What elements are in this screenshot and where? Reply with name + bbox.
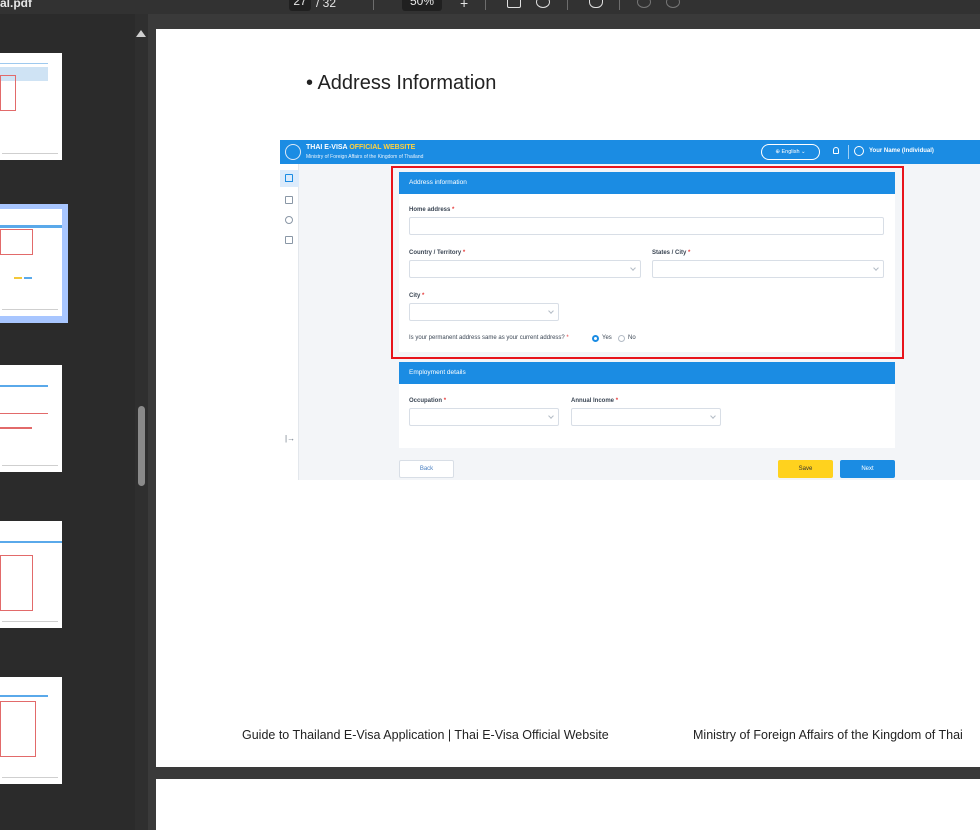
- annual-income-select: [571, 408, 721, 426]
- document-icon: [285, 196, 293, 204]
- redo-icon[interactable]: [666, 0, 680, 8]
- chevron-down-icon: [710, 413, 716, 419]
- seal-logo-icon: [285, 144, 301, 160]
- language-button: ⊕ English ⌄: [761, 144, 820, 160]
- site-header: THAI E-VISA OFFICIAL WEBSITE Ministry of…: [280, 140, 980, 164]
- logout-icon: |→: [285, 434, 296, 443]
- site-subtitle: Ministry of Foreign Affairs of the Kingd…: [306, 154, 424, 160]
- page-footer-right: Ministry of Foreign Affairs of the Kingd…: [693, 728, 963, 742]
- user-icon: [854, 146, 864, 156]
- draw-icon[interactable]: [589, 0, 603, 8]
- page-thumbnail[interactable]: [0, 521, 62, 628]
- page-thumbnail[interactable]: [0, 677, 62, 784]
- page-thumbnail-current[interactable]: [0, 209, 62, 316]
- toolbar-divider: [619, 0, 620, 10]
- page-footer-left: Guide to Thailand E-Visa Application | T…: [242, 728, 609, 742]
- employment-card-title: Employment details: [399, 362, 895, 384]
- page-number-input[interactable]: 27: [289, 0, 311, 11]
- thumbnail-sidebar: [0, 14, 148, 830]
- toolbar-divider: [567, 0, 568, 10]
- occupation-label: Occupation *: [409, 398, 447, 404]
- chevron-down-icon: [548, 413, 554, 419]
- form-icon: [285, 236, 293, 244]
- site-title: THAI E-VISA OFFICIAL WEBSITE: [306, 144, 416, 151]
- toolbar-divider: [373, 0, 374, 10]
- fit-page-icon[interactable]: [507, 0, 521, 8]
- red-highlight-box: [391, 166, 904, 359]
- scrollbar-thumb[interactable]: [138, 406, 145, 486]
- zoom-level-input[interactable]: 50%: [402, 0, 442, 11]
- zoom-in-button[interactable]: +: [460, 0, 468, 11]
- rotate-icon[interactable]: [536, 0, 550, 8]
- page-thumbnail[interactable]: [0, 53, 62, 160]
- bell-icon: [833, 147, 839, 154]
- toolbar: al.pdf 27 / 32 50% +: [0, 0, 980, 14]
- page-thumbnail[interactable]: [0, 365, 62, 472]
- save-button: Save: [778, 460, 833, 478]
- annual-income-label: Annual Income *: [571, 398, 619, 404]
- pdf-next-page: [156, 779, 980, 830]
- toolbar-divider: [485, 0, 486, 10]
- info-icon: [285, 216, 293, 224]
- occupation-select: [409, 408, 559, 426]
- back-button: Back: [399, 460, 454, 478]
- undo-icon[interactable]: [637, 0, 651, 8]
- pdf-viewer: al.pdf 27 / 32 50% + • Address Informati…: [0, 0, 980, 830]
- home-icon: [285, 174, 293, 182]
- total-pages: / 32: [316, 0, 337, 10]
- header-divider: [848, 145, 849, 159]
- site-side-nav: |→: [280, 164, 299, 480]
- file-name: al.pdf: [0, 0, 32, 10]
- employment-card: Employment details Occupation * Annual I…: [399, 362, 895, 448]
- section-heading: • Address Information: [306, 72, 497, 94]
- user-name: Your Name (Individual): [869, 148, 934, 154]
- next-button: Next: [840, 460, 895, 478]
- scroll-up-arrow-icon[interactable]: [136, 30, 146, 37]
